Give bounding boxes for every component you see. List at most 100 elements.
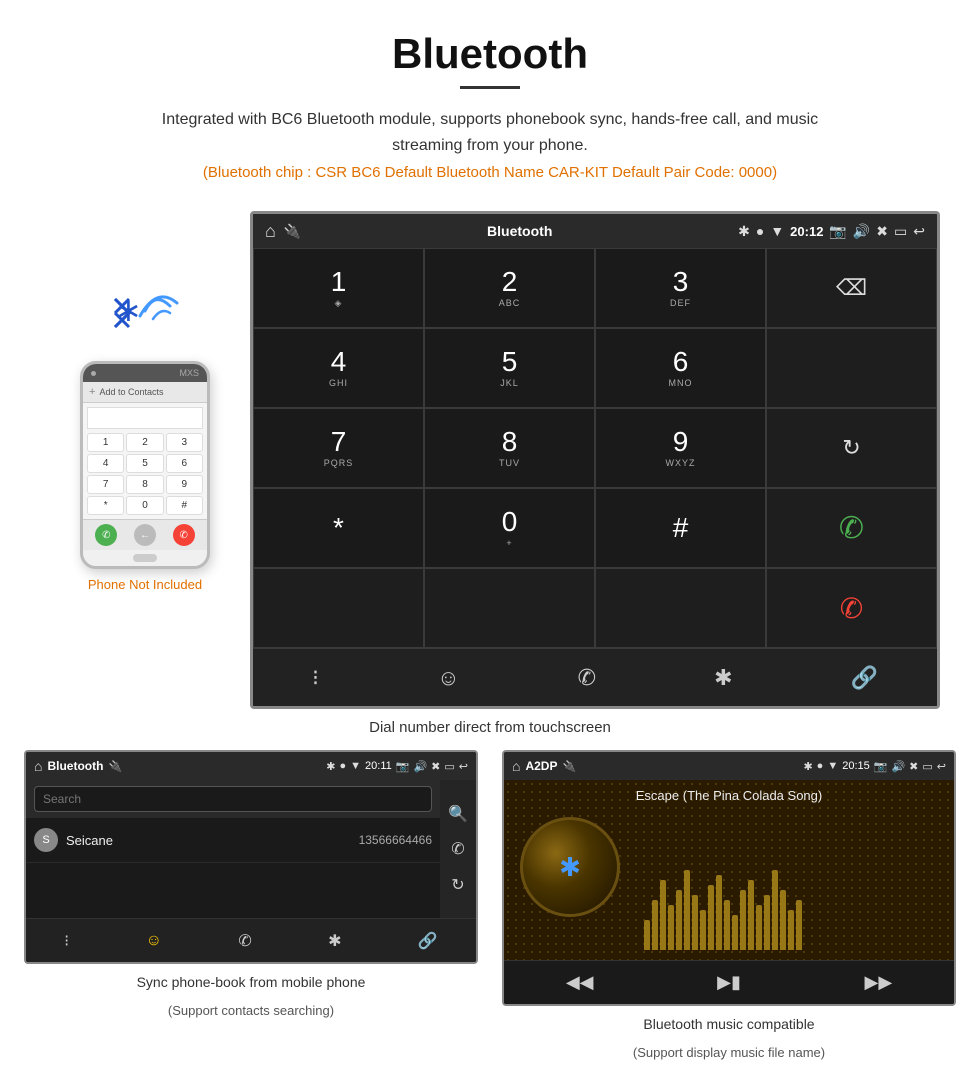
music-caption-sub: (Support display music file name) bbox=[633, 1043, 825, 1063]
nav-person-icon[interactable]: ☺ bbox=[421, 657, 475, 699]
dp-cell-call-green[interactable]: ✆ bbox=[766, 488, 937, 568]
pb-nav-link[interactable]: 🔗 bbox=[418, 931, 438, 951]
dp-num-hash: # bbox=[673, 514, 689, 542]
visualizer-bar bbox=[692, 895, 698, 950]
cs-close-icon[interactable]: ✖ bbox=[876, 223, 888, 240]
dp-sub-0: + bbox=[506, 538, 512, 548]
dp-num-4: 4 bbox=[331, 348, 347, 376]
dp-key-hash[interactable]: # bbox=[595, 488, 766, 568]
music-volume-icon[interactable]: 🔊 bbox=[891, 760, 905, 773]
cs-sb-left: ⌂ 🔌 bbox=[265, 221, 301, 242]
key-2[interactable]: 2 bbox=[126, 433, 163, 452]
cs-camera-icon[interactable]: 📷 bbox=[829, 223, 846, 240]
music-caption-main: Bluetooth music compatible bbox=[643, 1014, 814, 1035]
cs-sb-right: ✱ ● ▼ 20:12 📷 🔊 ✖ ▭ ↩ bbox=[738, 223, 925, 240]
dp-sub-2: ABC bbox=[499, 298, 521, 308]
dp-key-9[interactable]: 9 WXYZ bbox=[595, 408, 766, 488]
nav-phone-icon[interactable]: ✆ bbox=[562, 657, 612, 699]
dp-key-4[interactable]: 4 GHI bbox=[253, 328, 424, 408]
dp-sub-8: TUV bbox=[499, 458, 520, 468]
pb-phone-side-icon[interactable]: ✆ bbox=[451, 839, 464, 859]
pb-search-input[interactable] bbox=[34, 786, 432, 812]
music-home-icon[interactable]: ⌂ bbox=[512, 758, 520, 774]
dp-key-5[interactable]: 5 JKL bbox=[424, 328, 595, 408]
pb-volume-icon[interactable]: 🔊 bbox=[413, 760, 427, 773]
pb-back-icon[interactable]: ↩ bbox=[459, 760, 468, 773]
key-4[interactable]: 4 bbox=[87, 454, 124, 473]
dp-key-2[interactable]: 2 ABC bbox=[424, 248, 595, 328]
dp-cell-call-red[interactable]: ✆ bbox=[766, 568, 937, 648]
key-hash[interactable]: # bbox=[166, 496, 203, 515]
music-next-icon[interactable]: ▶▶ bbox=[865, 972, 893, 993]
pb-screen-title: Bluetooth bbox=[47, 759, 103, 773]
cs-window-icon[interactable]: ▭ bbox=[894, 223, 907, 240]
key-5[interactable]: 5 bbox=[126, 454, 163, 473]
music-close-icon[interactable]: ✖ bbox=[909, 760, 918, 773]
cs-volume-icon[interactable]: 🔊 bbox=[853, 223, 870, 240]
visualizer-bar bbox=[716, 875, 722, 950]
cs-location-icon: ● bbox=[756, 223, 764, 239]
pb-contact-row[interactable]: S Seicane 13566664466 bbox=[26, 818, 440, 863]
pb-nav-phone[interactable]: ✆ bbox=[238, 931, 251, 951]
pb-sb-left: ⌂ Bluetooth 🔌 bbox=[34, 758, 122, 774]
phone-call-btn[interactable]: ✆ bbox=[95, 524, 117, 546]
music-visualizer bbox=[636, 809, 954, 960]
key-0[interactable]: 0 bbox=[126, 496, 163, 515]
nav-bluetooth-icon[interactable]: ✱ bbox=[698, 657, 748, 699]
phone-display bbox=[87, 407, 203, 429]
dp-cell-empty-r2 bbox=[766, 328, 937, 408]
cs-back-icon[interactable]: ↩ bbox=[913, 223, 925, 240]
pb-contact-name: Seicane bbox=[66, 833, 359, 848]
key-star[interactable]: * bbox=[87, 496, 124, 515]
phone-end-btn[interactable]: ✆ bbox=[173, 524, 195, 546]
music-song-title: Escape (The Pina Colada Song) bbox=[504, 780, 954, 809]
dp-key-3[interactable]: 3 DEF bbox=[595, 248, 766, 328]
pb-nav-grid[interactable]: ⁝ bbox=[64, 931, 69, 951]
dp-cell-backspace[interactable]: ⌫ bbox=[766, 248, 937, 328]
key-1[interactable]: 1 bbox=[87, 433, 124, 452]
music-location-icon: ● bbox=[817, 760, 824, 772]
music-play-pause-icon[interactable]: ▶▮ bbox=[717, 972, 741, 993]
music-back-icon[interactable]: ↩ bbox=[937, 760, 946, 773]
key-9[interactable]: 9 bbox=[166, 475, 203, 494]
cs-time: 20:12 bbox=[790, 224, 823, 239]
reload-icon: ↻ bbox=[842, 435, 860, 461]
phone-carrier-text: MXS bbox=[179, 368, 199, 378]
nav-grid-icon[interactable]: ⁝ bbox=[296, 657, 335, 699]
dp-key-7[interactable]: 7 PQRS bbox=[253, 408, 424, 488]
pb-close-icon[interactable]: ✖ bbox=[431, 760, 440, 773]
pb-camera-icon[interactable]: 📷 bbox=[396, 760, 410, 773]
key-7[interactable]: 7 bbox=[87, 475, 124, 494]
key-6[interactable]: 6 bbox=[166, 454, 203, 473]
pb-reload-side-icon[interactable]: ↻ bbox=[451, 875, 464, 895]
phone-status-dot bbox=[91, 371, 96, 376]
visualizer-bar bbox=[796, 900, 802, 950]
dp-key-8[interactable]: 8 TUV bbox=[424, 408, 595, 488]
dp-key-star[interactable]: * bbox=[253, 488, 424, 568]
cs-home-icon[interactable]: ⌂ bbox=[265, 221, 276, 242]
main-caption: Dial number direct from touchscreen bbox=[0, 709, 980, 750]
pb-caption-sub: (Support contacts searching) bbox=[168, 1001, 334, 1021]
phone-back-btn[interactable]: ← bbox=[134, 524, 156, 546]
pb-nav-bt[interactable]: ✱ bbox=[328, 931, 341, 951]
dp-num-2: 2 bbox=[502, 268, 518, 296]
pb-home-icon[interactable]: ⌂ bbox=[34, 758, 42, 774]
signal-arcs bbox=[135, 281, 185, 346]
music-camera-icon[interactable]: 📷 bbox=[874, 760, 888, 773]
pb-nav-person[interactable]: ☺ bbox=[146, 932, 162, 950]
dp-key-0[interactable]: 0 + bbox=[424, 488, 595, 568]
dp-cell-reload[interactable]: ↻ bbox=[766, 408, 937, 488]
phone-home-button[interactable] bbox=[133, 554, 157, 562]
pb-location-icon: ● bbox=[339, 760, 346, 772]
music-window-icon[interactable]: ▭ bbox=[922, 760, 932, 773]
pb-window-icon[interactable]: ▭ bbox=[444, 760, 454, 773]
key-8[interactable]: 8 bbox=[126, 475, 163, 494]
dp-key-6[interactable]: 6 MNO bbox=[595, 328, 766, 408]
music-prev-icon[interactable]: ◀◀ bbox=[566, 972, 594, 993]
dialpad-area: 1 ◈ 2 ABC 3 DEF ⌫ 4 GHI 5 JKL bbox=[253, 248, 937, 648]
call-green-icon: ✆ bbox=[839, 511, 864, 546]
nav-link-icon[interactable]: 🔗 bbox=[835, 657, 894, 699]
dp-key-1[interactable]: 1 ◈ bbox=[253, 248, 424, 328]
pb-search-side-icon[interactable]: 🔍 bbox=[448, 804, 468, 824]
key-3[interactable]: 3 bbox=[166, 433, 203, 452]
